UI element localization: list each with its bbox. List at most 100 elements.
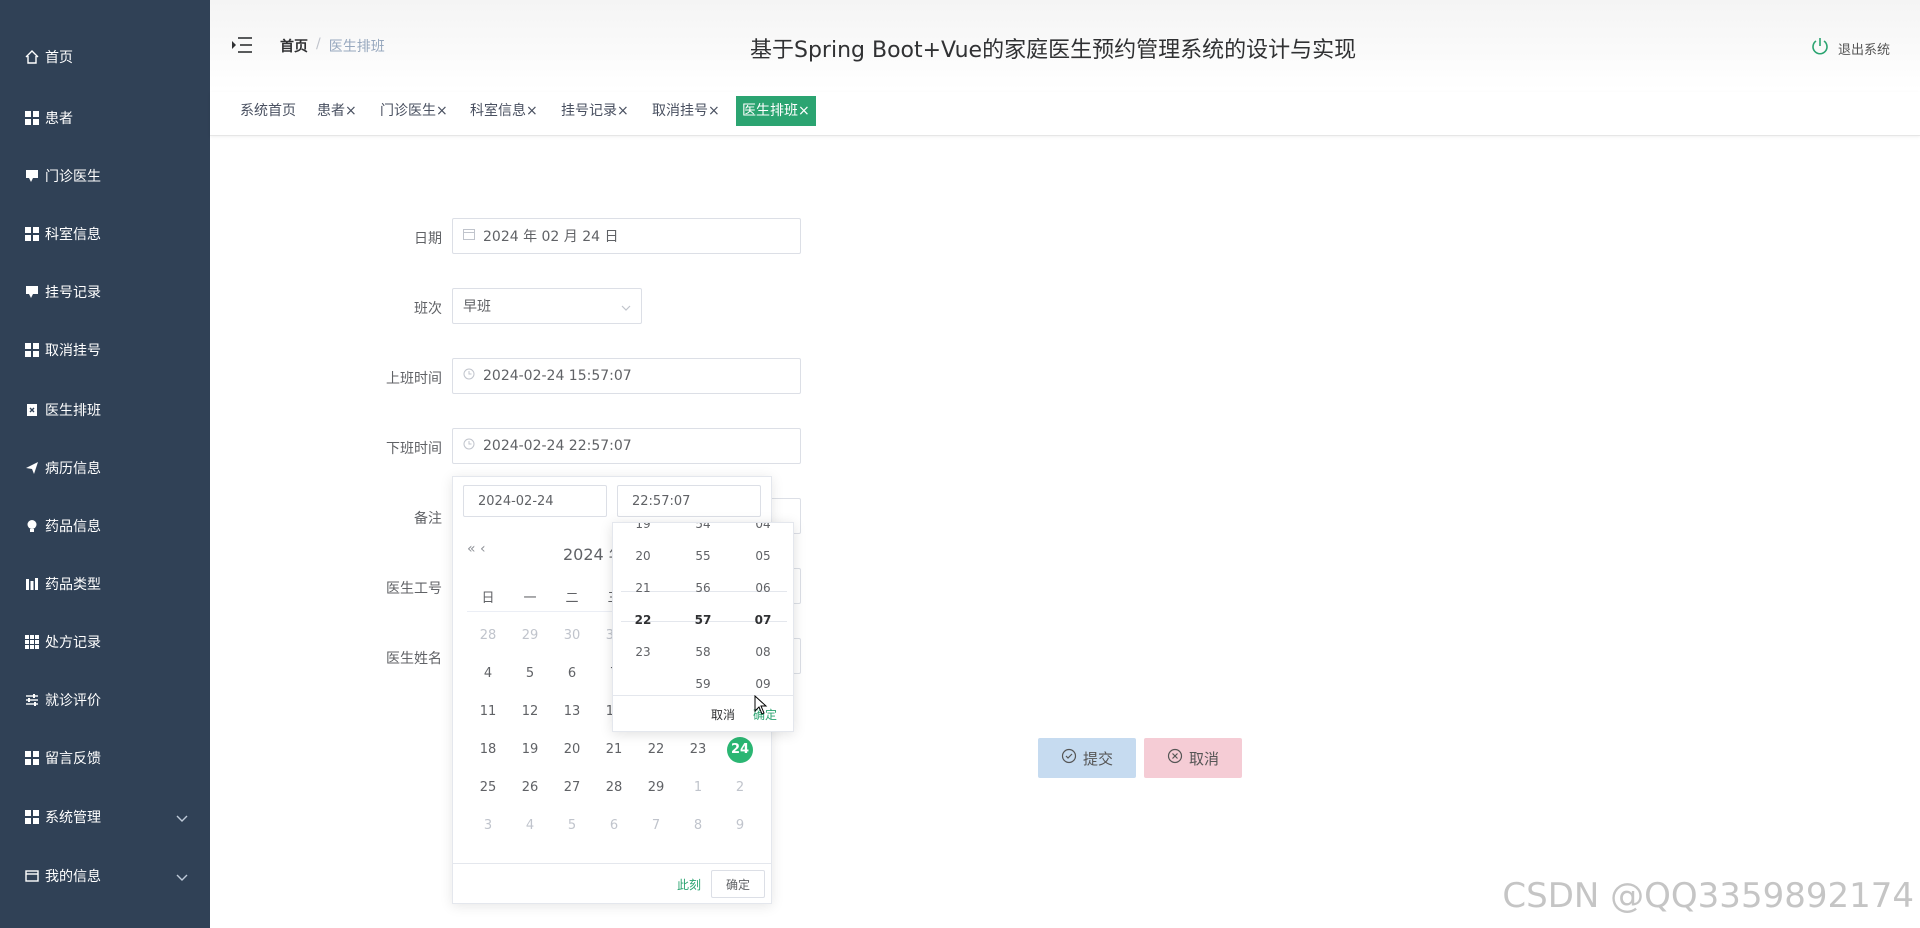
hour-option[interactable]: 20 [623,549,663,563]
date-input[interactable]: 2024 年 02 月 24 日 [452,218,801,254]
minute-option[interactable]: 59 [683,677,723,691]
second-option-selected[interactable]: 07 [743,613,783,627]
calendar-day[interactable]: 8 [683,811,713,841]
second-option[interactable]: 05 [743,549,783,563]
calendar-day[interactable]: 1 [683,773,713,803]
sidebar-item-feedback[interactable]: 留言反馈 [0,738,210,778]
calendar-day[interactable]: 27 [557,773,587,803]
calendar-day[interactable]: 30 [557,621,587,651]
clock-icon [463,368,475,384]
calendar-day[interactable]: 26 [515,773,545,803]
tab-outpatient-doctor[interactable]: 门诊医生× [374,96,454,126]
start-time-value: 2024-02-24 15:57:07 [483,368,632,384]
sidebar-item-label: 就诊评价 [45,693,101,709]
calendar-day[interactable]: 22 [641,735,671,765]
close-icon[interactable]: × [617,103,629,119]
sidebar-item-drug-info[interactable]: 药品信息 [0,506,210,546]
calendar-day[interactable]: 18 [473,735,503,765]
tab-system-home[interactable]: 系统首页 [234,96,302,126]
weekday-mon: 一 [523,591,537,606]
calendar-day[interactable]: 20 [557,735,587,765]
calendar-day[interactable]: 5 [557,811,587,841]
card-icon [24,868,40,884]
sidebar-item-system-management[interactable]: 系统管理 [0,797,210,837]
sidebar-item-doctor-schedule[interactable]: 医生排班 [0,390,210,430]
close-icon[interactable]: × [345,103,357,119]
minute-option[interactable]: 58 [683,645,723,659]
close-icon[interactable]: × [798,103,810,119]
cancel-button[interactable]: 取消 [1144,738,1242,778]
calendar-day[interactable]: 28 [473,621,503,651]
calendar-day[interactable]: 7 [641,811,671,841]
calendar-day[interactable]: 3 [473,811,503,841]
sidebar-item-department[interactable]: 科室信息 [0,214,210,254]
breadcrumb-home[interactable]: 首页 [280,36,308,56]
hour-option[interactable]: 23 [623,645,663,659]
calendar-day[interactable]: 23 [683,735,713,765]
calendar-day[interactable]: 4 [473,659,503,689]
calendar-day[interactable]: 21 [599,735,629,765]
close-icon[interactable]: × [708,103,720,119]
close-icon[interactable]: × [526,103,538,119]
start-time-input[interactable]: 2024-02-24 15:57:07 [452,358,801,394]
check-circle-icon [1061,748,1077,768]
calendar-day[interactable]: 13 [557,697,587,727]
calendar-day[interactable]: 6 [599,811,629,841]
tab-cancel-registration[interactable]: 取消挂号× [646,96,726,126]
sidebar-item-medical-record[interactable]: 病历信息 [0,448,210,488]
calendar-day[interactable]: 12 [515,697,545,727]
picker-time-input[interactable]: 22:57:07 [617,485,761,517]
calendar-day[interactable]: 11 [473,697,503,727]
chevron-down-icon [621,300,631,316]
now-button[interactable]: 此刻 [677,876,701,893]
minute-option-selected[interactable]: 57 [683,613,723,627]
chart-icon [24,576,40,592]
calendar-day[interactable]: 9 [725,811,755,841]
sidebar-item-home[interactable]: 首页 [0,37,210,77]
calendar-day[interactable]: 28 [599,773,629,803]
apps-icon [24,634,40,650]
sidebar-item-drug-type[interactable]: 药品类型 [0,564,210,604]
minute-option[interactable]: 54 [683,523,723,531]
calendar-day[interactable]: 6 [557,659,587,689]
calendar-day[interactable]: 29 [641,773,671,803]
end-time-input[interactable]: 2024-02-24 22:57:07 [452,428,801,464]
sidebar-item-outpatient-doctor[interactable]: 门诊医生 [0,156,210,196]
tab-patient[interactable]: 患者× [311,96,363,126]
calendar-day[interactable]: 19 [515,735,545,765]
sidebar-item-evaluation[interactable]: 就诊评价 [0,680,210,720]
tab-department[interactable]: 科室信息× [464,96,544,126]
sidebar-item-registration[interactable]: 挂号记录 [0,272,210,312]
calendar-day[interactable]: 29 [515,621,545,651]
picker-confirm-button[interactable]: 确定 [711,870,765,898]
second-option[interactable]: 06 [743,581,783,595]
calendar-day[interactable]: 4 [515,811,545,841]
second-option[interactable]: 09 [743,677,783,691]
tab-registration[interactable]: 挂号记录× [555,96,635,126]
second-option[interactable]: 04 [743,523,783,531]
sidebar-item-patient[interactable]: 患者 [0,98,210,138]
picker-date-input[interactable]: 2024-02-24 [463,485,607,517]
hour-option[interactable]: 19 [623,523,663,531]
minute-option[interactable]: 56 [683,581,723,595]
shift-select[interactable]: 早班 [452,288,642,324]
menu-toggle-icon[interactable] [232,36,252,54]
time-cancel-button[interactable]: 取消 [711,706,735,723]
logout-button[interactable]: 退出系统 [1810,36,1890,60]
tab-doctor-schedule[interactable]: 医生排班× [736,96,816,126]
hour-option-selected[interactable]: 22 [623,613,663,627]
breadcrumb-separator: / [316,36,321,52]
calendar-day[interactable]: 25 [473,773,503,803]
calendar-day[interactable]: 2 [725,773,755,803]
close-icon[interactable]: × [436,103,448,119]
sidebar-item-cancel-registration[interactable]: 取消挂号 [0,330,210,370]
calendar-day-selected[interactable]: 24 [727,737,753,763]
sidebar-item-my-info[interactable]: 我的信息 [0,856,210,896]
sidebar-item-prescription[interactable]: 处方记录 [0,622,210,662]
calendar-day[interactable]: 5 [515,659,545,689]
submit-button[interactable]: 提交 [1038,738,1136,778]
prev-year-month-nav[interactable]: « ‹ [467,541,486,557]
second-option[interactable]: 08 [743,645,783,659]
hour-option[interactable]: 21 [623,581,663,595]
minute-option[interactable]: 55 [683,549,723,563]
